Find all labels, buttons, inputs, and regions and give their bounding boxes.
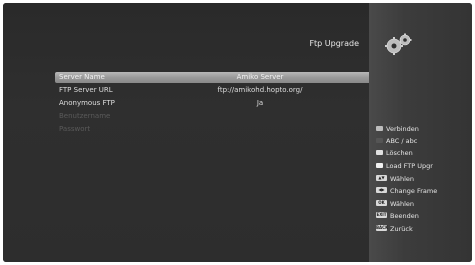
setting-row-ftp-url[interactable]: FTP Server URL ftp://amikohd.hopto.org/ [55, 85, 375, 96]
setting-label: Benutzername [59, 112, 111, 120]
legend-green: ABC / abc [376, 136, 417, 146]
legend-blue: Load FTP Upgr [376, 161, 433, 171]
up-down-arrows-icon: ▲▼ [376, 175, 387, 181]
blue-key-icon [376, 162, 383, 168]
back-key-icon: BACK [376, 225, 389, 231]
tv-screen: Ftp Upgrade Server Name Amiko Server FTP… [3, 3, 472, 262]
setting-label: Anonymous FTP [59, 99, 115, 107]
legend-exit: EXIT Beenden [376, 212, 419, 220]
gears-icon [385, 33, 412, 55]
page-title: Ftp Upgrade [309, 39, 359, 48]
legend-back: BACK Zurück [376, 225, 413, 233]
legend-ok: OK Wählen [376, 199, 414, 209]
ok-key-icon: OK [376, 200, 387, 206]
setting-label: Passwort [59, 125, 91, 133]
setting-value: Ja [256, 99, 264, 107]
legend-nav: ▲▼ Wählen [376, 174, 414, 184]
left-right-arrows-icon: ◀▶ [376, 187, 387, 193]
exit-key-icon: EXIT [376, 212, 387, 218]
setting-value: Amiko Server [236, 73, 284, 81]
setting-row-username: Benutzername [55, 111, 375, 122]
side-panel: Verbinden ABC / abc Löschen Load FTP Upg… [369, 3, 472, 262]
main-panel: Ftp Upgrade Server Name Amiko Server FTP… [3, 3, 375, 262]
setting-label: FTP Server URL [59, 86, 113, 94]
yellow-key-icon [376, 149, 383, 155]
setting-label: Server Name [59, 73, 105, 81]
setting-row-server-name[interactable]: Server Name Amiko Server [55, 72, 375, 83]
setting-row-password: Passwort [55, 124, 375, 135]
legend-red: Verbinden [376, 124, 419, 134]
setting-row-anonymous-ftp[interactable]: Anonymous FTP Ja [55, 98, 375, 109]
red-key-icon [376, 125, 383, 131]
setting-value: ftp://amikohd.hopto.org/ [217, 86, 303, 94]
legend-yellow: Löschen [376, 148, 413, 158]
legend-frame: ◀▶ Change Frame [376, 186, 437, 196]
green-key-icon [376, 137, 383, 143]
